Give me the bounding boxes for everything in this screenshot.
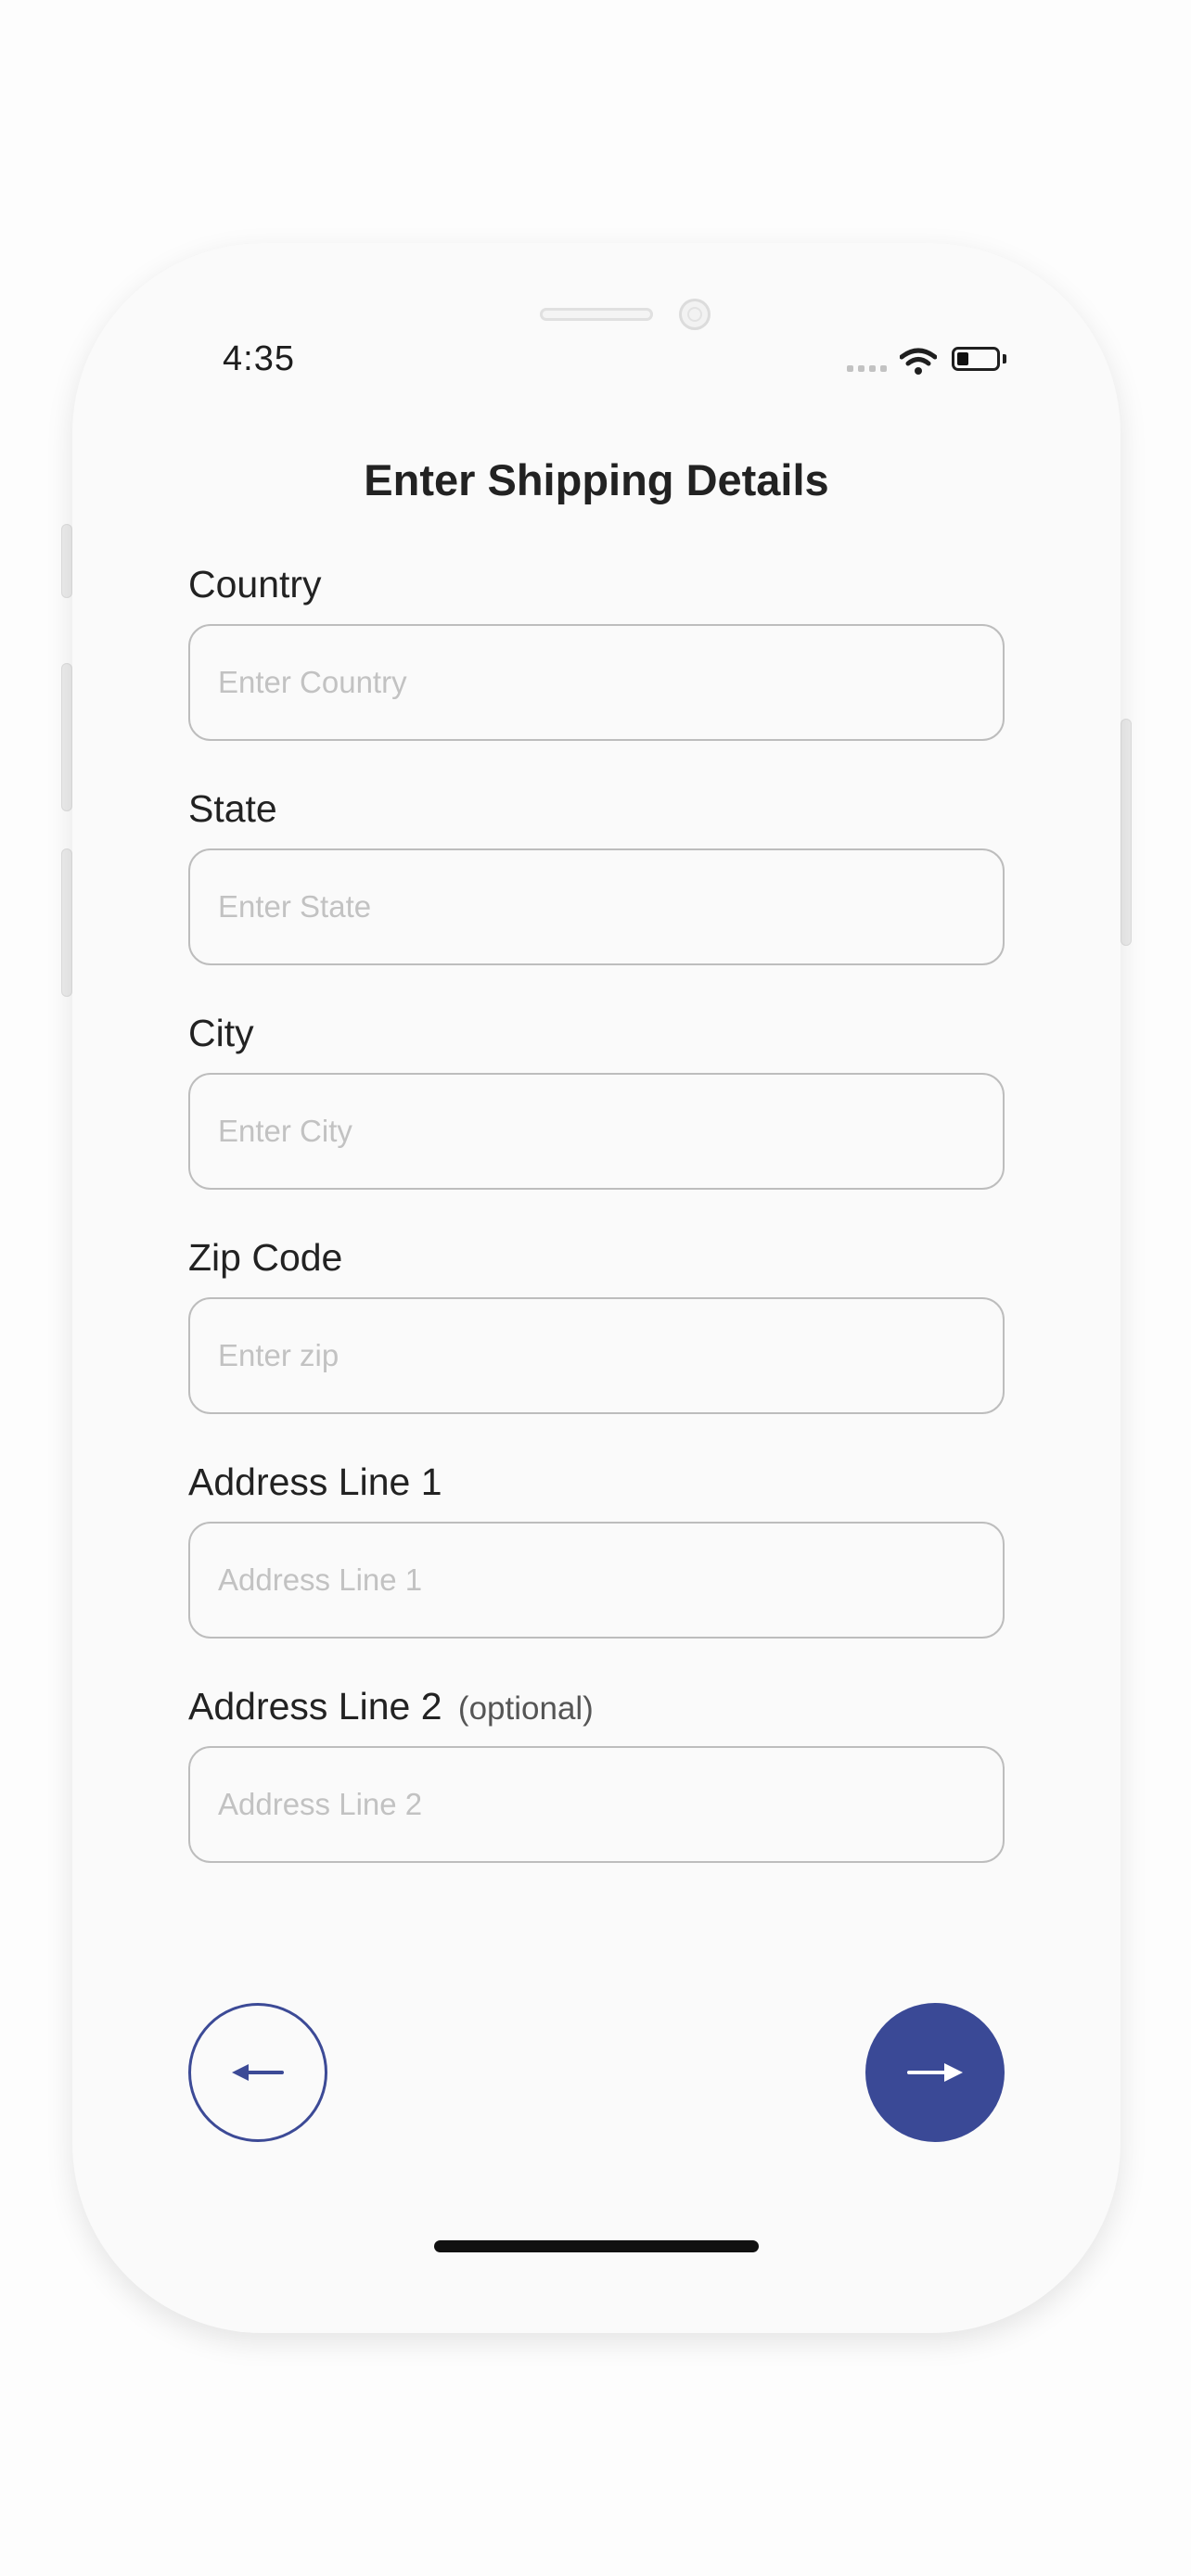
arrow-left-icon <box>232 2064 284 2081</box>
optional-note: (optional) <box>457 1690 594 1727</box>
state-input[interactable] <box>188 848 1005 965</box>
arrow-right-icon <box>907 2063 963 2082</box>
status-time: 4:35 <box>223 339 295 378</box>
front-camera <box>679 299 711 330</box>
power-button <box>1121 719 1132 946</box>
country-input[interactable] <box>188 624 1005 741</box>
mute-switch <box>61 524 72 598</box>
address-line-2-label: Address Line 2 (optional) <box>188 1685 594 1728</box>
battery-icon <box>952 347 1000 371</box>
address-line-2-label-text: Address Line 2 <box>188 1685 442 1728</box>
back-button[interactable] <box>188 2003 327 2142</box>
battery-tip <box>1003 354 1006 363</box>
state-label: State <box>188 787 277 830</box>
address-line-1-input[interactable] <box>188 1522 1005 1639</box>
next-button[interactable] <box>865 2003 1005 2142</box>
city-label: City <box>188 1012 254 1054</box>
country-label: Country <box>188 563 322 606</box>
speaker-grille <box>540 308 653 321</box>
phone-frame: 4:35 Enter Shipping Details Country Stat… <box>72 243 1121 2333</box>
zip-code-input[interactable] <box>188 1297 1005 1414</box>
cellular-signal-icon <box>847 365 887 372</box>
volume-up-button <box>61 663 72 811</box>
zip-code-label: Zip Code <box>188 1236 343 1279</box>
address-line-2-input[interactable] <box>188 1746 1005 1863</box>
phone-screen: 4:35 Enter Shipping Details Country Stat… <box>72 243 1121 2333</box>
app-canvas: 4:35 Enter Shipping Details Country Stat… <box>0 0 1191 2576</box>
volume-down-button <box>61 848 72 997</box>
page-title: Enter Shipping Details <box>364 455 829 504</box>
wifi-icon <box>900 348 937 375</box>
address-line-1-label: Address Line 1 <box>188 1460 442 1503</box>
city-input[interactable] <box>188 1073 1005 1190</box>
home-indicator[interactable] <box>434 2240 759 2252</box>
